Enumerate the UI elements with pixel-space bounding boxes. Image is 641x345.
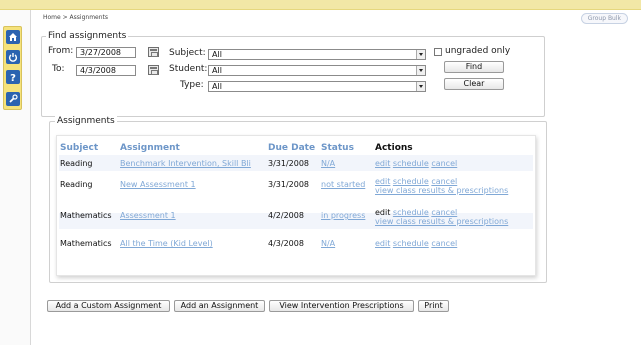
ungraded-only-label: ungraded only — [445, 46, 511, 56]
to-date-input[interactable]: 4/3/2008 — [76, 65, 136, 76]
row-assignment-link[interactable]: New Assessment 1 — [120, 180, 196, 189]
row-status-link[interactable]: in progress — [321, 211, 365, 220]
row-actions: edit schedule cancel view class results … — [375, 177, 508, 195]
row-due-date: 4/2/2008 — [268, 211, 304, 220]
assignment-column-header[interactable]: Assignment — [120, 143, 180, 153]
schedule-link[interactable]: schedule — [393, 208, 429, 217]
student-select-value: All — [212, 66, 222, 75]
row-actions: edit schedule cancel view class results … — [375, 208, 508, 226]
power-icon[interactable] — [6, 50, 20, 64]
print-button[interactable]: Print — [418, 300, 449, 312]
view-intervention-prescriptions-button[interactable]: View Intervention Prescriptions — [269, 300, 414, 312]
tools-icon[interactable] — [6, 92, 20, 106]
row-status-link[interactable]: N/A — [321, 239, 335, 248]
home-icon[interactable] — [6, 30, 20, 44]
type-label: Type: — [180, 80, 204, 90]
student-label: Student: — [169, 64, 208, 74]
row-due-date: 3/31/2008 — [268, 159, 310, 168]
chevron-down-icon — [416, 66, 425, 75]
row-actions: edit schedule cancel — [375, 239, 457, 248]
subject-column-header[interactable]: Subject — [60, 143, 98, 153]
edit-link[interactable]: edit — [375, 239, 390, 248]
schedule-link[interactable]: schedule — [393, 239, 429, 248]
side-toolbar: ? — [3, 26, 22, 110]
to-calendar-icon[interactable] — [148, 65, 159, 75]
subject-label: Subject: — [169, 48, 206, 58]
row-actions: edit schedule cancel — [375, 159, 457, 168]
cancel-link[interactable]: cancel — [431, 177, 457, 186]
find-assignments-panel: Find assignments From: 3/27/2008 To: 4/3… — [41, 31, 545, 117]
add-assignment-button[interactable]: Add an Assignment — [174, 300, 265, 312]
assignments-page: Home > Assignments Group Bulk Find assig… — [30, 10, 641, 345]
chevron-down-icon — [416, 82, 425, 91]
schedule-link[interactable]: schedule — [393, 177, 429, 186]
to-label: To: — [52, 64, 65, 74]
row-assignment-link[interactable]: All the Time (Kid Level) — [120, 239, 213, 248]
row-due-date: 3/31/2008 — [268, 180, 310, 189]
type-select-value: All — [212, 82, 222, 91]
type-select[interactable]: All — [208, 81, 426, 92]
from-label: From: — [48, 46, 74, 56]
view-class-results-link[interactable]: view class results & prescriptions — [375, 217, 508, 226]
row-assignment-link[interactable]: Assessment 1 — [120, 211, 176, 220]
row-subject: Reading — [60, 180, 93, 189]
row-subject: Reading — [60, 159, 93, 168]
row-due-date: 4/3/2008 — [268, 239, 304, 248]
assignments-panel: Assignments Subject Assignment Due Date … — [49, 116, 547, 283]
clear-button[interactable]: Clear — [444, 78, 504, 90]
status-column-header[interactable]: Status — [321, 143, 354, 153]
edit-link[interactable]: edit — [375, 177, 390, 186]
cancel-link[interactable]: cancel — [431, 239, 457, 248]
from-calendar-icon[interactable] — [148, 47, 159, 57]
row-subject: Mathematics — [60, 211, 112, 220]
actions-column-header: Actions — [375, 143, 413, 153]
schedule-link[interactable]: schedule — [393, 159, 429, 168]
top-bar — [0, 0, 641, 10]
chevron-down-icon — [416, 50, 425, 59]
cancel-link[interactable]: cancel — [431, 208, 457, 217]
cancel-link[interactable]: cancel — [431, 159, 457, 168]
find-button[interactable]: Find — [444, 61, 504, 73]
student-select[interactable]: All — [208, 65, 426, 76]
subject-select[interactable]: All — [208, 49, 426, 60]
row-status-link[interactable]: not started — [321, 180, 365, 189]
svg-text:?: ? — [10, 73, 16, 82]
assignments-table: Subject Assignment Due Date Status Actio… — [56, 135, 536, 276]
edit-link[interactable]: edit — [375, 159, 390, 168]
group-bulk-button[interactable]: Group Bulk — [580, 13, 628, 24]
subject-select-value: All — [212, 50, 222, 59]
ungraded-only-checkbox[interactable] — [434, 48, 442, 56]
breadcrumb[interactable]: Home > Assignments — [43, 14, 108, 21]
assignments-legend: Assignments — [55, 116, 117, 126]
from-date-input[interactable]: 3/27/2008 — [76, 47, 136, 58]
edit-label: edit — [375, 208, 391, 217]
find-legend: Find assignments — [46, 31, 129, 41]
row-status-link[interactable]: N/A — [321, 159, 335, 168]
help-icon[interactable]: ? — [6, 70, 20, 84]
row-assignment-link[interactable]: Benchmark Intervention, Skill Bli — [120, 159, 251, 168]
add-custom-assignment-button[interactable]: Add a Custom Assignment — [47, 300, 170, 312]
view-class-results-link[interactable]: view class results & prescriptions — [375, 186, 508, 195]
due-date-column-header[interactable]: Due Date — [268, 143, 315, 153]
row-subject: Mathematics — [60, 239, 112, 248]
